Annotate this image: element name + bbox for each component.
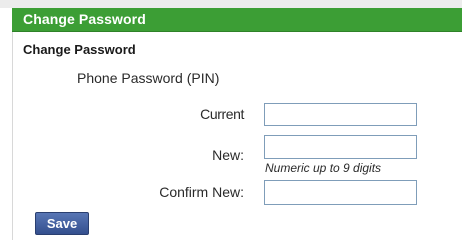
confirm-password-input[interactable]	[264, 180, 417, 205]
new-password-hint: Numeric up to 9 digits	[265, 161, 382, 175]
save-button[interactable]: Save	[35, 212, 89, 235]
current-password-input[interactable]	[264, 103, 417, 126]
current-password-label: Current	[200, 106, 244, 122]
panel-header: Change Password	[12, 8, 462, 32]
pin-subsection-label: Phone Password (PIN)	[77, 70, 220, 86]
new-password-input[interactable]	[264, 135, 417, 159]
top-band	[0, 0, 462, 8]
confirm-password-label: Confirm New:	[159, 184, 244, 200]
new-password-label: New:	[212, 147, 244, 163]
panel-header-title: Change Password	[23, 11, 146, 27]
section-title: Change Password	[23, 42, 136, 57]
